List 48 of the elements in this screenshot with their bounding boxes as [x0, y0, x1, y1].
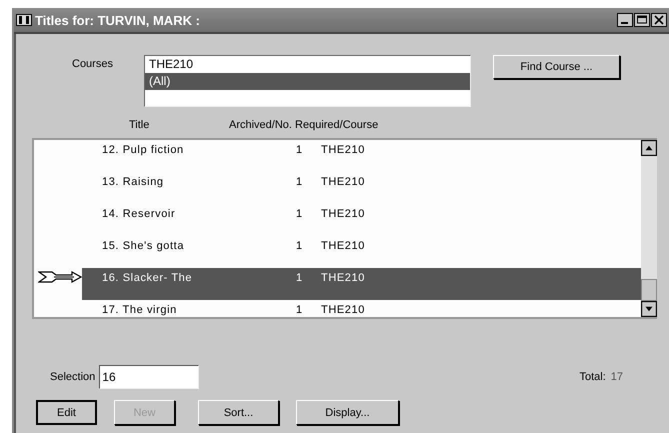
list-row[interactable]: 14. Reservoir 1 THE210: [82, 204, 641, 236]
count-cell-text: 1: [296, 240, 304, 252]
count-cell-text: 1: [296, 176, 304, 188]
column-header: Title: [129, 119, 150, 133]
course-cell: THE210: [321, 272, 365, 284]
course-cell: THE210: [321, 240, 365, 252]
list-row[interactable]: 13. Raising 1 THE210: [82, 172, 641, 204]
arrow-icon: [38, 270, 82, 284]
count-cell-text: 1: [296, 208, 304, 220]
scroll-up-icon[interactable]: [641, 140, 657, 156]
courses-list[interactable]: THE210 (All): [144, 55, 471, 107]
selection-label: Selection: [50, 371, 96, 383]
display-button[interactable]: Display...: [296, 400, 399, 425]
count-cell-text: 1: [296, 144, 304, 156]
courses-label: Courses: [72, 58, 114, 70]
course-cell: THE210: [321, 304, 365, 316]
close-icon[interactable]: [651, 13, 667, 27]
column-header: Archived/No. Required/Course: [229, 119, 378, 133]
sort-button[interactable]: Sort...: [198, 400, 279, 425]
title-cell-text: 13. Raising: [102, 176, 165, 188]
list-item[interactable]: (All): [145, 73, 470, 90]
course-cell: THE210: [321, 208, 365, 220]
title-cell-text: 17. The virgin: [102, 304, 178, 316]
list-row[interactable]: 15. She's gotta 1 THE210: [82, 236, 641, 268]
title-cell-text: 16. Slacker- The: [102, 272, 194, 284]
list-item[interactable]: THE210: [145, 56, 470, 73]
edit-button[interactable]: Edit: [36, 400, 97, 425]
scroll-thumb[interactable]: [641, 279, 657, 301]
title-cell-text: 12. Pulp fiction: [102, 144, 185, 156]
list-row[interactable]: 17. The virgin 1 THE210: [82, 300, 641, 317]
count-cell-text: 1: [296, 272, 304, 284]
find-course-button[interactable]: Find Course ...: [493, 55, 620, 79]
title-cell-text: 14. Reservoir: [102, 208, 176, 220]
total-value: 17: [610, 371, 623, 383]
selection-field[interactable]: 16: [99, 365, 200, 389]
course-cell: THE210: [321, 144, 365, 156]
window-icon: [16, 14, 32, 26]
total-label: Total:: [579, 371, 606, 383]
title-cell-text: 15. She's gotta: [102, 240, 186, 252]
scroll-down-icon[interactable]: [641, 301, 657, 317]
list-row[interactable]: 12. Pulp fiction 1 THE210: [82, 140, 641, 172]
window-title: Titles for: TURVIN, MARK :: [35, 12, 200, 28]
minimize-icon[interactable]: [617, 13, 633, 27]
scrollbar[interactable]: [641, 140, 657, 317]
list-row[interactable]: 16. Slacker- The 1 THE210: [82, 268, 641, 300]
course-cell: THE210: [321, 176, 365, 188]
count-cell-text: 1: [296, 304, 304, 316]
maximize-icon[interactable]: [634, 13, 650, 27]
